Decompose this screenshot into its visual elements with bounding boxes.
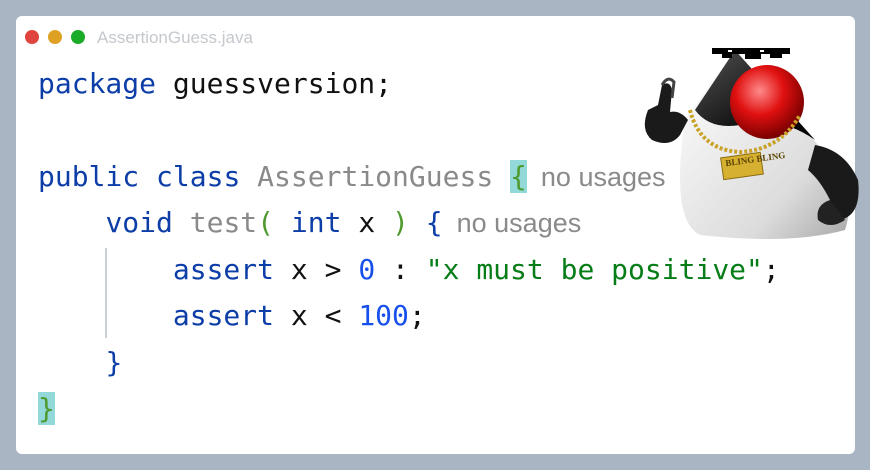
close-window-button[interactable] (25, 30, 39, 44)
string-literal: "x must be positive" (425, 253, 763, 286)
keyword-package: package (38, 67, 157, 100)
paren-close: ) (392, 206, 409, 239)
semicolon: ; (408, 299, 426, 332)
semicolon: ; (762, 253, 780, 286)
code-line-6[interactable]: assert x < 100; (38, 296, 426, 336)
class-close-brace: } (38, 392, 55, 425)
minimize-window-button[interactable] (48, 30, 62, 44)
code-line-7[interactable]: } (38, 343, 122, 383)
class-open-brace: { (510, 160, 527, 193)
paren-open: ( (257, 206, 275, 239)
assert-condition: x < (274, 299, 359, 332)
keyword-class: class (156, 160, 241, 193)
method-close-brace: } (105, 346, 123, 379)
param-name: x (341, 206, 393, 239)
package-name: guessversion; (156, 67, 393, 100)
zoom-window-button[interactable] (71, 30, 85, 44)
number-literal: 0 (358, 253, 376, 286)
assert-colon: : (375, 253, 426, 286)
code-line-5[interactable]: assert x > 0 : "x must be positive"; (38, 250, 780, 290)
assert-condition: x > (274, 253, 359, 286)
number-literal: 100 (358, 299, 409, 332)
code-line-8[interactable]: } (38, 389, 55, 429)
keyword-assert: assert (172, 299, 275, 332)
file-name: AssertionGuess.java (97, 28, 253, 47)
keyword-int: int (290, 206, 342, 239)
keyword-void: void (105, 206, 173, 239)
class-name: AssertionGuess (257, 160, 494, 193)
code-line-4[interactable]: void test( int x ) { no usages (38, 203, 581, 243)
duke-mascot-with-sunglasses-icon: BLING BLING (644, 48, 859, 239)
keyword-assert: assert (172, 253, 275, 286)
method-name: test (189, 206, 258, 239)
code-line-1[interactable]: package guessversion; (38, 64, 392, 104)
keyword-public: public (38, 160, 140, 193)
code-line-3[interactable]: public class AssertionGuess {no usages (38, 157, 666, 197)
method-open-brace: { (425, 206, 443, 239)
method-usages-hint[interactable]: no usages (457, 208, 582, 238)
